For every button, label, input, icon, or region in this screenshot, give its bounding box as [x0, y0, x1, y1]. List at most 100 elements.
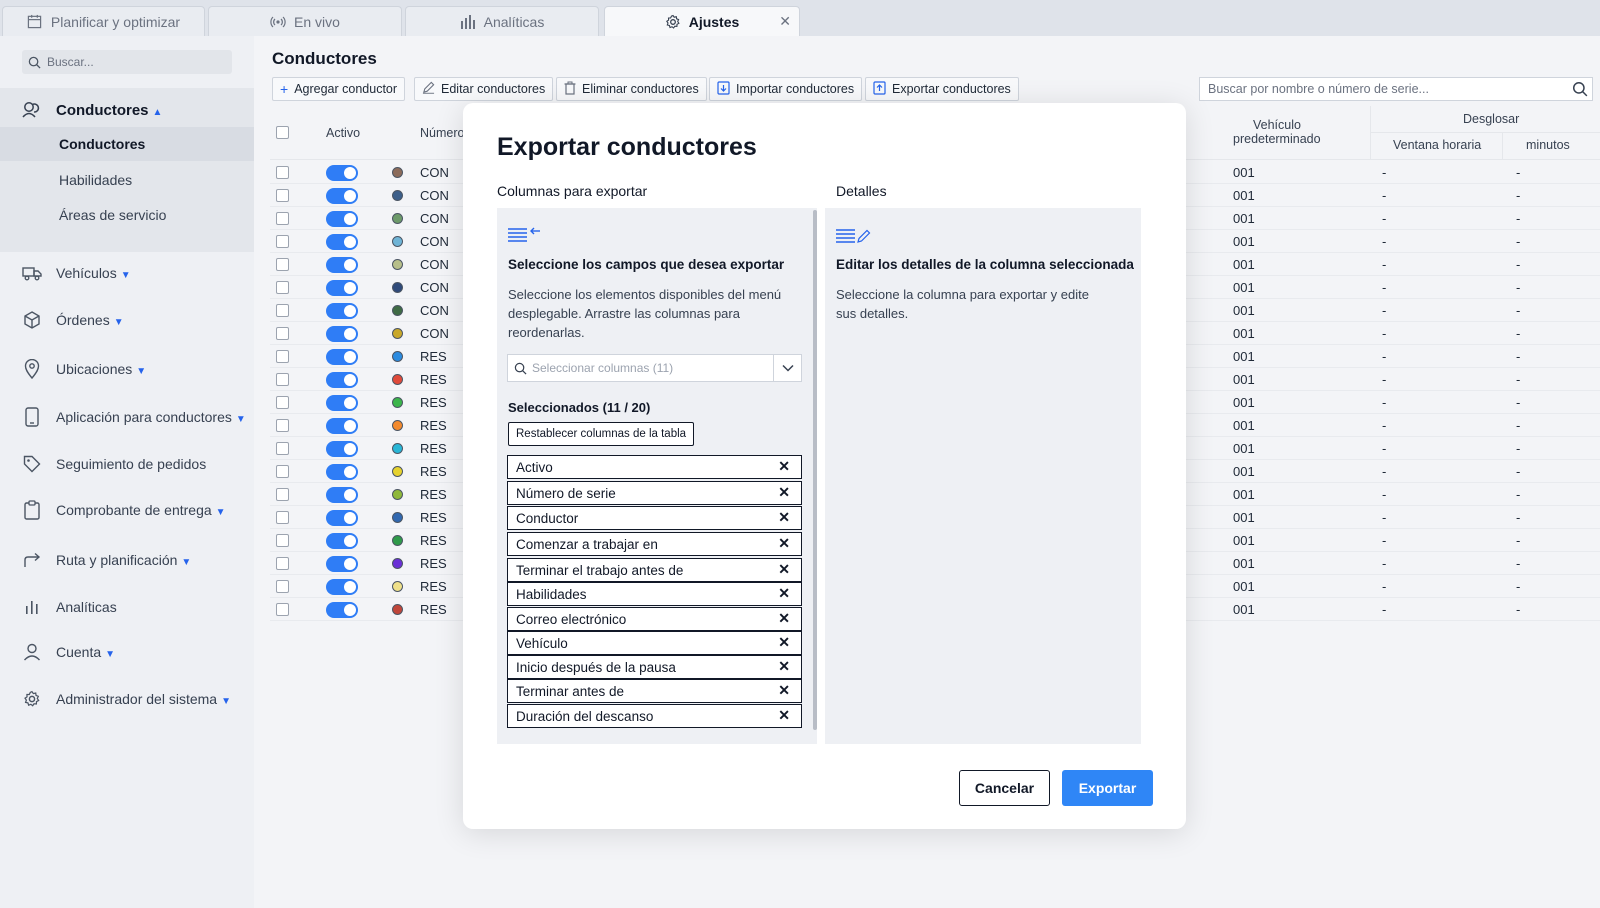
selected-column-chip[interactable]: Duración del descanso ✕	[507, 704, 802, 728]
tab-analytics[interactable]: Analíticas	[405, 6, 599, 36]
active-toggle[interactable]	[326, 211, 358, 227]
active-toggle[interactable]	[326, 349, 358, 365]
active-toggle[interactable]	[326, 579, 358, 595]
active-toggle[interactable]	[326, 326, 358, 342]
row-checkbox[interactable]	[276, 465, 289, 478]
row-checkbox[interactable]	[276, 327, 289, 340]
edit-drivers-button[interactable]: Editar conductores	[414, 77, 554, 101]
remove-icon[interactable]: ✕	[778, 634, 790, 651]
search-icon[interactable]	[1572, 81, 1588, 100]
sidebar-item-vehiculos[interactable]: Vehículos ▼	[22, 263, 131, 283]
row-checkbox[interactable]	[276, 189, 289, 202]
delete-drivers-button[interactable]: Eliminar conductores	[556, 77, 707, 101]
driver-number: CON	[420, 165, 449, 180]
remove-icon[interactable]: ✕	[778, 585, 790, 602]
selected-column-chip[interactable]: Número de serie ✕	[507, 481, 802, 505]
row-checkbox[interactable]	[276, 511, 289, 524]
row-checkbox[interactable]	[276, 212, 289, 225]
selected-column-chip[interactable]: Comenzar a trabajar en ✕	[507, 532, 802, 556]
chevron-down-icon[interactable]	[773, 355, 801, 381]
sidebar-subitem-conductores[interactable]: Conductores	[0, 127, 254, 161]
active-toggle[interactable]	[326, 487, 358, 503]
driver-color-dot	[392, 512, 403, 523]
sidebar-item-conductores[interactable]: Conductores ▲	[22, 100, 162, 120]
remove-icon[interactable]: ✕	[778, 658, 790, 675]
row-checkbox[interactable]	[276, 350, 289, 363]
row-checkbox[interactable]	[276, 419, 289, 432]
remove-icon[interactable]: ✕	[778, 484, 790, 501]
remove-icon[interactable]: ✕	[778, 509, 790, 526]
remove-icon[interactable]: ✕	[778, 610, 790, 627]
sidebar-item-admin[interactable]: Administrador del sistema ▼	[22, 689, 231, 709]
row-checkbox[interactable]	[276, 304, 289, 317]
export-button[interactable]: Exportar	[1062, 770, 1153, 806]
select-all-checkbox[interactable]	[276, 126, 289, 139]
default-vehicle: 001	[1233, 556, 1255, 571]
active-toggle[interactable]	[326, 165, 358, 181]
row-checkbox[interactable]	[276, 258, 289, 271]
sidebar-item-analiticas[interactable]: Analíticas	[22, 597, 117, 617]
active-toggle[interactable]	[326, 418, 358, 434]
sidebar-subitem-areas[interactable]: Áreas de servicio	[0, 198, 254, 232]
cancel-button[interactable]: Cancelar	[959, 770, 1050, 806]
selected-column-chip[interactable]: Correo electrónico ✕	[507, 607, 802, 631]
selected-column-chip[interactable]: Inicio después de la pausa ✕	[507, 655, 802, 679]
active-toggle[interactable]	[326, 280, 358, 296]
row-checkbox[interactable]	[276, 488, 289, 501]
row-checkbox[interactable]	[276, 557, 289, 570]
selected-column-chip[interactable]: Vehículo ✕	[507, 631, 802, 655]
active-toggle[interactable]	[326, 533, 358, 549]
remove-icon[interactable]: ✕	[778, 707, 790, 724]
row-checkbox[interactable]	[276, 534, 289, 547]
tab-plan-optimize[interactable]: Planificar y optimizar	[2, 6, 205, 36]
selected-column-chip[interactable]: Terminar antes de ✕	[507, 679, 802, 703]
active-toggle[interactable]	[326, 395, 358, 411]
active-toggle[interactable]	[326, 464, 358, 480]
sidebar-item-ruta[interactable]: Ruta y planificación ▼	[22, 550, 191, 570]
active-toggle[interactable]	[326, 510, 358, 526]
import-drivers-button[interactable]: Importar conductores	[709, 77, 863, 101]
sidebar-subitem-habilidades[interactable]: Habilidades	[0, 163, 254, 197]
row-checkbox[interactable]	[276, 396, 289, 409]
selected-column-chip[interactable]: Terminar el trabajo antes de ✕	[507, 558, 802, 582]
selected-column-chip[interactable]: Habilidades ✕	[507, 582, 802, 606]
add-driver-button[interactable]: + Agregar conductor	[272, 77, 406, 101]
row-checkbox[interactable]	[276, 580, 289, 593]
selected-column-chip[interactable]: Conductor ✕	[507, 506, 802, 530]
tab-settings[interactable]: Ajustes ✕	[604, 6, 800, 36]
row-checkbox[interactable]	[276, 235, 289, 248]
active-toggle[interactable]	[326, 602, 358, 618]
active-toggle[interactable]	[326, 372, 358, 388]
active-toggle[interactable]	[326, 234, 358, 250]
row-checkbox[interactable]	[276, 373, 289, 386]
row-checkbox[interactable]	[276, 603, 289, 616]
remove-icon[interactable]: ✕	[778, 458, 790, 475]
sidebar-item-app-conductores[interactable]: Aplicación para conductores ▼	[22, 407, 246, 427]
active-toggle[interactable]	[326, 257, 358, 273]
close-icon[interactable]: ✕	[779, 13, 791, 30]
export-drivers-button[interactable]: Exportar conductores	[865, 77, 1019, 101]
selected-column-chip[interactable]: Activo ✕	[507, 455, 802, 479]
sidebar-item-ubicaciones[interactable]: Ubicaciones ▼	[22, 359, 146, 379]
row-checkbox[interactable]	[276, 166, 289, 179]
panel-scrollbar[interactable]	[813, 210, 817, 730]
row-checkbox[interactable]	[276, 442, 289, 455]
remove-icon[interactable]: ✕	[778, 561, 790, 578]
tab-live[interactable]: En vivo	[208, 6, 402, 36]
active-toggle[interactable]	[326, 441, 358, 457]
row-checkbox[interactable]	[276, 281, 289, 294]
sidebar-item-cuenta[interactable]: Cuenta ▼	[22, 642, 115, 662]
remove-icon[interactable]: ✕	[778, 535, 790, 552]
active-toggle[interactable]	[326, 188, 358, 204]
active-toggle[interactable]	[326, 556, 358, 572]
select-columns-dropdown[interactable]: Seleccionar columnas (11)	[507, 354, 802, 382]
sidebar-item-seguimiento[interactable]: Seguimiento de pedidos	[22, 454, 206, 474]
remove-icon[interactable]: ✕	[778, 682, 790, 699]
active-toggle[interactable]	[326, 303, 358, 319]
driver-search-input[interactable]: Buscar por nombre o número de serie...	[1199, 77, 1593, 101]
reset-columns-button[interactable]: Restablecer columnas de la tabla	[508, 422, 695, 446]
sidebar-search-input[interactable]: Buscar...	[22, 50, 232, 74]
sidebar-item-comprobante[interactable]: Comprobante de entrega ▼	[22, 500, 226, 520]
caret-down-icon: ▼	[181, 557, 192, 568]
sidebar-item-ordenes[interactable]: Órdenes ▼	[22, 310, 124, 330]
